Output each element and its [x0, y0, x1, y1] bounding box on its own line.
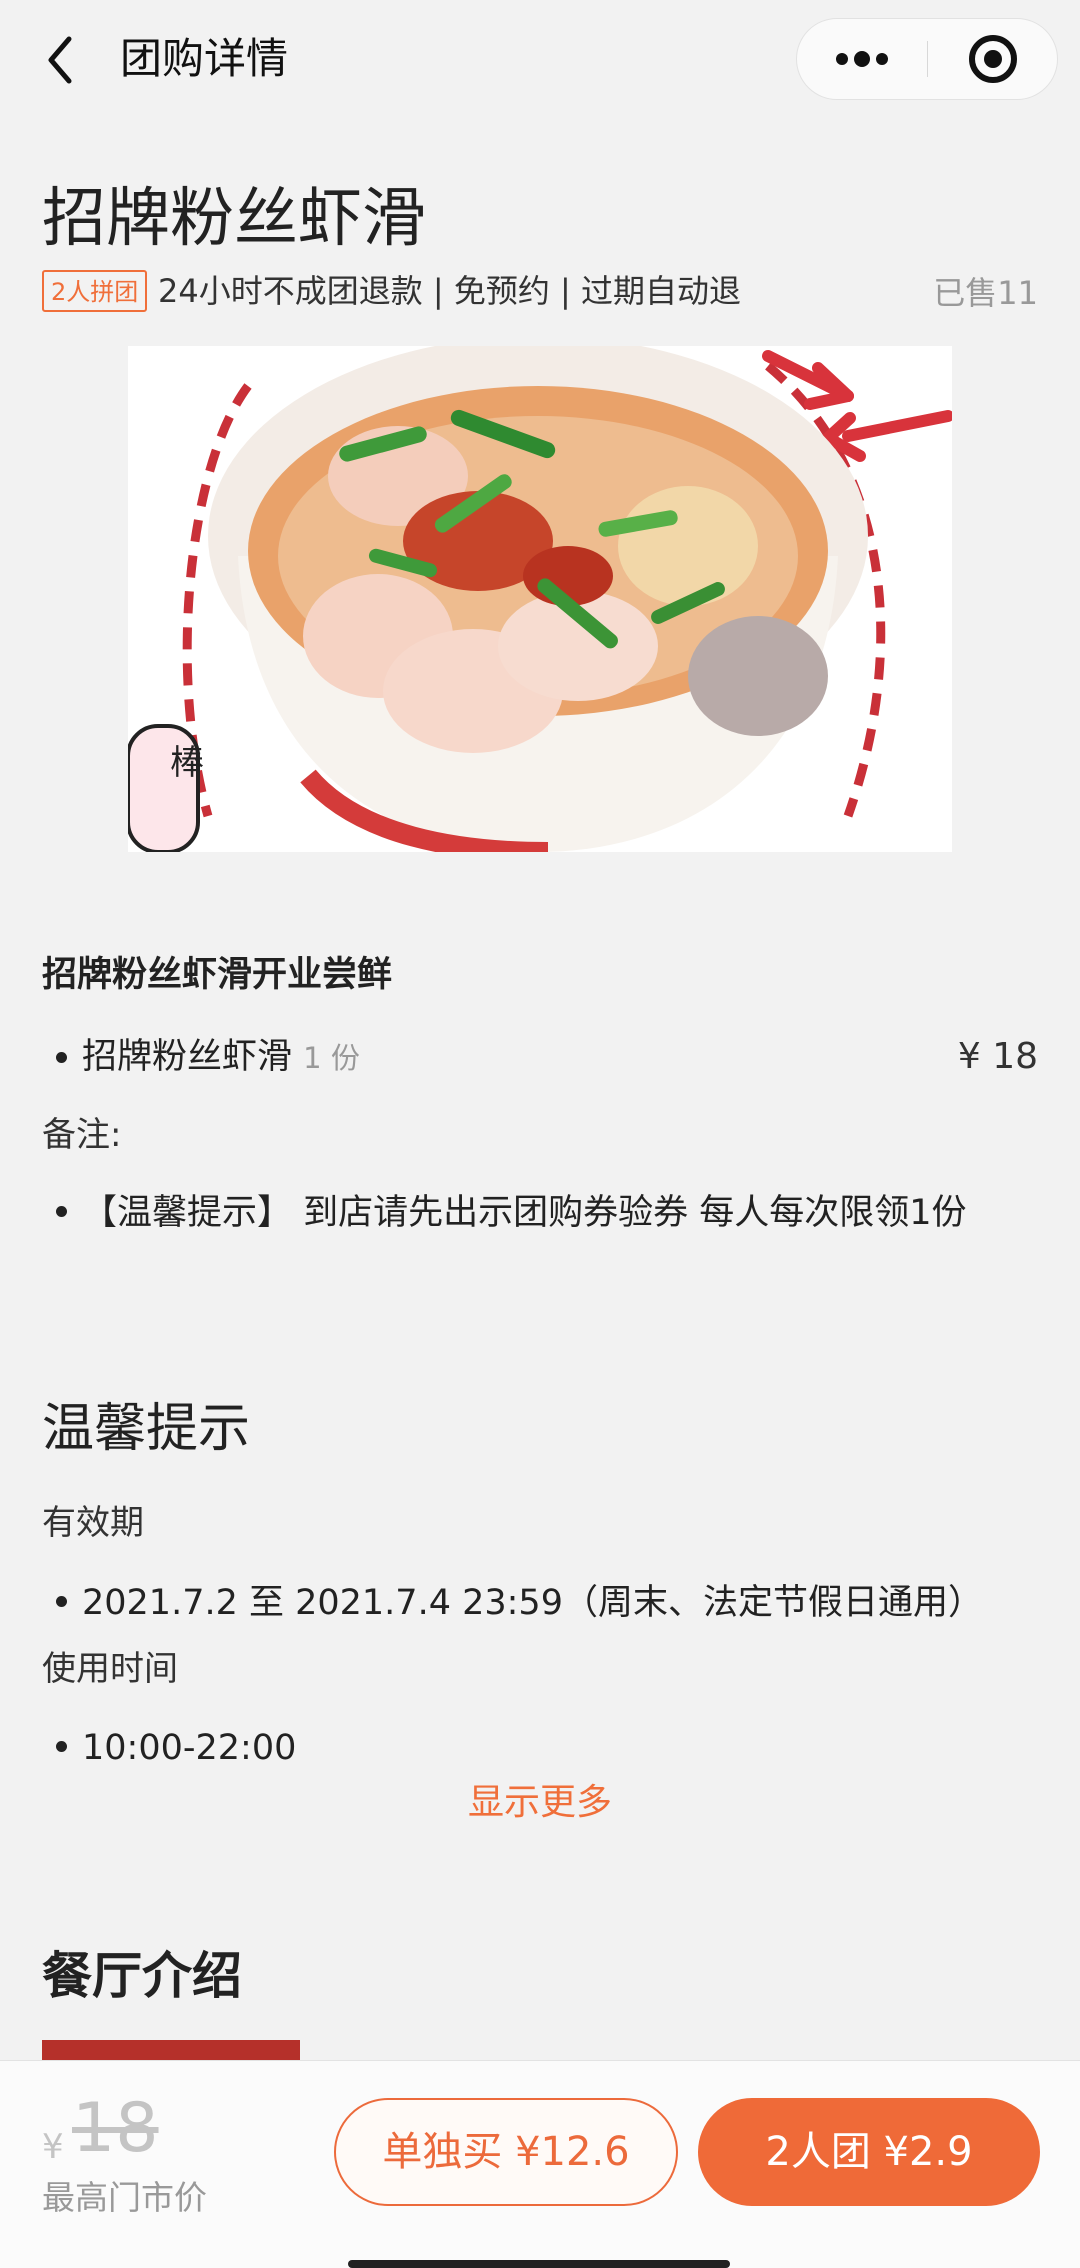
old-price-currency: ¥ [42, 2127, 64, 2167]
page-title: 团购详情 [120, 34, 289, 83]
more-button[interactable] [797, 19, 927, 99]
usage-time-text: 10:00-22:00 [82, 1728, 297, 1768]
target-close-icon [969, 35, 1017, 83]
bullet [56, 1741, 67, 1752]
sticker-text: 棒 [170, 743, 204, 783]
restaurant-title: 餐厅介绍 [42, 1947, 242, 2005]
chevron-left-icon [48, 36, 72, 84]
close-button[interactable] [928, 19, 1058, 99]
back-button[interactable] [34, 22, 86, 98]
tips-title: 温馨提示 [42, 1399, 251, 1459]
home-indicator [348, 2260, 730, 2268]
validity-label: 有效期 [42, 1503, 144, 1543]
remark-label: 备注: [42, 1115, 122, 1155]
remark-text: 【温馨提示】 到店请先出示团购券验券 每人每次限领1份 [82, 1193, 967, 1233]
group-buy-button[interactable]: 2人团 ¥2.9 [698, 2098, 1040, 2206]
usage-time-label: 使用时间 [42, 1649, 178, 1689]
market-price-label: 最高门市价 [42, 2178, 207, 2217]
more-dots-icon [836, 51, 888, 67]
bullet [56, 1206, 67, 1217]
sold-count: 已售11 [933, 274, 1038, 312]
buy-solo-button[interactable]: 单独买 ¥12.6 [334, 2098, 678, 2206]
package-item: 招牌粉丝虾滑 1 份 ¥ 18 [42, 1030, 1038, 1084]
bullet [56, 1596, 67, 1607]
package-subtitle: 招牌粉丝虾滑开业尝鲜 [42, 955, 393, 995]
item-name: 招牌粉丝虾滑 [82, 1037, 293, 1077]
miniprogram-capsule [796, 18, 1058, 100]
product-photo-graphic: 棒 [128, 346, 952, 852]
product-photo[interactable]: 棒 [128, 346, 952, 852]
deal-tags: 24小时不成团退款 | 免预约 | 过期自动退 [158, 272, 741, 310]
deal-title: 招牌粉丝虾滑 [42, 182, 426, 256]
validity-text: 2021.7.2 至 2021.7.4 23:59（周末、法定节假日通用） [82, 1583, 983, 1623]
group-badge: 2人拼团 [42, 270, 148, 312]
item-price: ¥ 18 [957, 1036, 1038, 1077]
item-quantity: 1 份 [303, 1041, 360, 1075]
show-more-link[interactable]: 显示更多 [0, 1776, 1080, 1830]
old-price: 18 [72, 2089, 159, 2168]
bullet [56, 1052, 67, 1063]
